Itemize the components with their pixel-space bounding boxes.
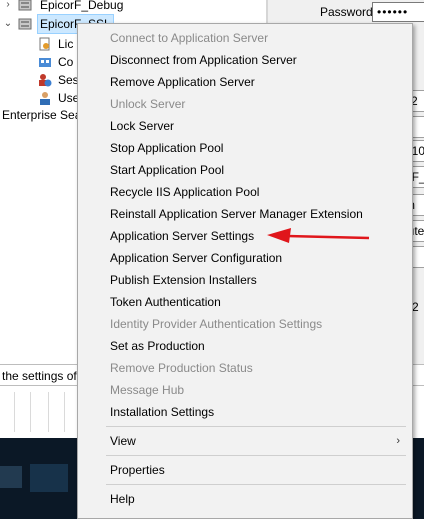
menu-item-connect: Connect to Application Server — [110, 31, 269, 45]
tree-item-label: Ses — [58, 73, 79, 87]
menu-separator — [106, 455, 406, 456]
menu-item-disconnect[interactable]: Disconnect from Application Server — [110, 49, 297, 71]
menu-item-properties[interactable]: Properties — [110, 459, 165, 481]
menu-separator — [106, 484, 406, 485]
menu-item-unlock-server: Unlock Server — [110, 97, 186, 111]
menu-item-token-authentication[interactable]: Token Authentication — [110, 291, 221, 313]
enterprise-search-text: Enterprise Sea — [2, 108, 82, 122]
menu-item-remove-production: Remove Production Status — [110, 361, 253, 375]
menu-item-reinstall-extension[interactable]: Reinstall Application Server Manager Ext… — [110, 203, 363, 225]
grid-line — [14, 392, 15, 432]
chevron-down-icon[interactable]: ⌄ — [2, 15, 14, 33]
description-text: the settings of — [2, 369, 77, 383]
menu-item-recycle-pool[interactable]: Recycle IIS Application Pool — [110, 181, 259, 203]
annotation-arrow-icon — [267, 228, 370, 243]
menu-item-view-label: View — [110, 434, 136, 448]
menu-item-lock-server[interactable]: Lock Server — [110, 115, 174, 137]
submenu-arrow-icon: › — [396, 435, 400, 447]
taskbar-tile — [30, 464, 68, 492]
sessions-icon — [38, 73, 52, 87]
company-icon — [38, 55, 52, 69]
context-menu: Connect to Application Server Disconnect… — [77, 23, 413, 519]
menu-item-publish-installers[interactable]: Publish Extension Installers — [110, 269, 257, 291]
taskbar-tile — [0, 466, 22, 488]
tree-item-epicorf-debug[interactable]: › EpicorF_Debug — [2, 0, 124, 14]
chevron-right-icon[interactable]: › — [2, 0, 14, 14]
server-icon — [18, 0, 32, 12]
menu-item-help[interactable]: Help — [110, 488, 135, 510]
menu-item-message-hub: Message Hub — [110, 383, 185, 397]
menu-item-app-server-configuration[interactable]: Application Server Configuration — [110, 247, 282, 269]
menu-item-idp-settings: Identity Provider Authentication Setting… — [110, 317, 323, 331]
users-icon — [38, 91, 52, 105]
menu-separator — [106, 426, 406, 427]
tree-item-label: Lic — [58, 37, 74, 51]
menu-item-app-server-settings[interactable]: Application Server Settings — [110, 225, 254, 247]
menu-item-stop-pool[interactable]: Stop Application Pool — [110, 137, 223, 159]
license-icon — [38, 37, 52, 51]
password-field[interactable]: •••••• — [372, 2, 424, 22]
menu-item-view[interactable]: View — [110, 430, 400, 452]
grid-line — [64, 392, 65, 432]
menu-item-start-pool[interactable]: Start Application Pool — [110, 159, 224, 181]
tree-item-label: EpicorF_Debug — [40, 0, 124, 12]
password-label: Password: — [320, 5, 377, 19]
grid-line — [48, 392, 49, 432]
grid-line — [30, 392, 31, 432]
menu-item-remove-server[interactable]: Remove Application Server — [110, 71, 255, 93]
tree-item-label: Co — [58, 55, 74, 69]
menu-item-installation-settings[interactable]: Installation Settings — [110, 401, 214, 423]
server-icon — [18, 17, 32, 31]
menu-item-set-production[interactable]: Set as Production — [110, 335, 205, 357]
